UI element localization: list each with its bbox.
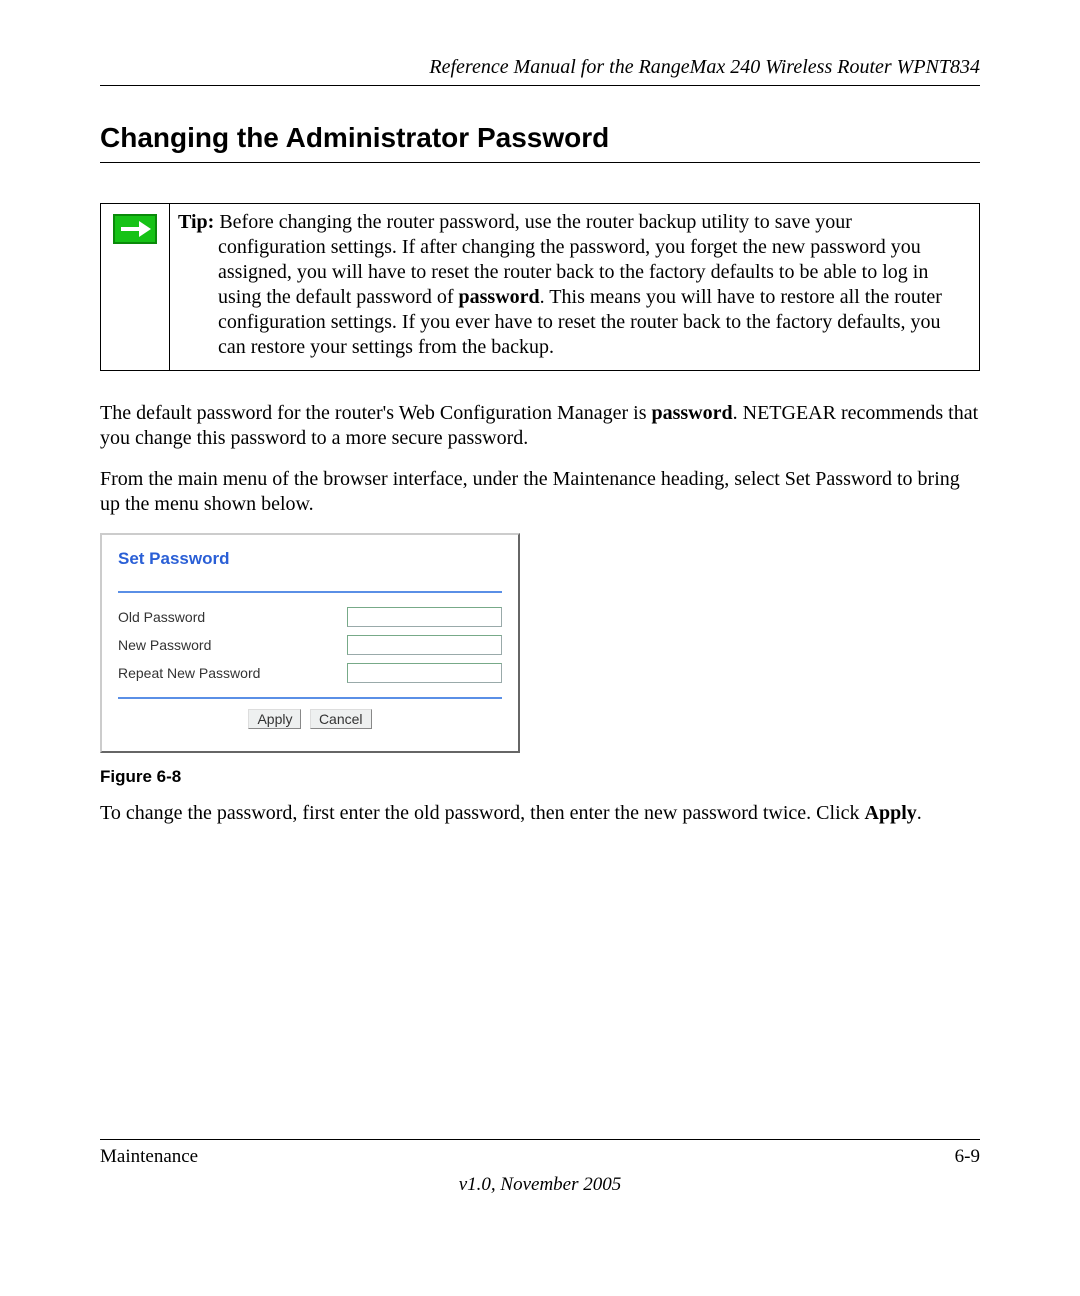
label-old-password: Old Password (118, 609, 347, 625)
header-rule (100, 85, 980, 86)
tip-box: Tip: Before changing the router password… (100, 203, 980, 371)
doc-header-title: Reference Manual for the RangeMax 240 Wi… (100, 56, 980, 79)
figure-caption: Figure 6-8 (100, 767, 980, 787)
set-password-panel: Set Password Old Password New Password R… (100, 533, 520, 753)
row-old-password: Old Password (118, 607, 502, 627)
apply-button[interactable]: Apply (248, 709, 301, 729)
tip-line1: Before changing the router password, use… (214, 211, 852, 233)
para1-pre: The default password for the router's We… (100, 402, 651, 424)
row-repeat-password: Repeat New Password (118, 663, 502, 683)
section-rule (100, 162, 980, 163)
panel-button-row: Apply Cancel (118, 709, 502, 729)
panel-divider-bottom (118, 697, 502, 699)
section-heading: Changing the Administrator Password (100, 122, 980, 154)
paragraph-3: To change the password, first enter the … (100, 801, 980, 826)
page-footer: Maintenance 6-9 v1.0, November 2005 (100, 1139, 980, 1196)
panel-divider-top (118, 591, 502, 593)
tip-bold-word: password (459, 286, 540, 308)
para3-pre: To change the password, first enter the … (100, 802, 865, 824)
footer-version: v1.0, November 2005 (100, 1174, 980, 1196)
footer-page-number: 6-9 (955, 1146, 980, 1168)
row-new-password: New Password (118, 635, 502, 655)
cancel-button[interactable]: Cancel (310, 709, 372, 729)
footer-rule (100, 1139, 980, 1140)
label-repeat-password: Repeat New Password (118, 665, 347, 681)
arrow-right-icon (113, 214, 157, 244)
para3-bold: Apply (865, 802, 917, 824)
input-old-password[interactable] (347, 607, 502, 627)
para1-bold: password (651, 402, 732, 424)
paragraph-1: The default password for the router's We… (100, 401, 980, 451)
input-repeat-password[interactable] (347, 663, 502, 683)
input-new-password[interactable] (347, 635, 502, 655)
tip-label: Tip: (178, 211, 214, 233)
panel-title: Set Password (118, 549, 502, 569)
para3-post: . (917, 802, 922, 824)
label-new-password: New Password (118, 637, 347, 653)
footer-section-name: Maintenance (100, 1146, 198, 1168)
paragraph-2: From the main menu of the browser interf… (100, 467, 980, 517)
tip-text: Tip: Before changing the router password… (170, 204, 980, 371)
